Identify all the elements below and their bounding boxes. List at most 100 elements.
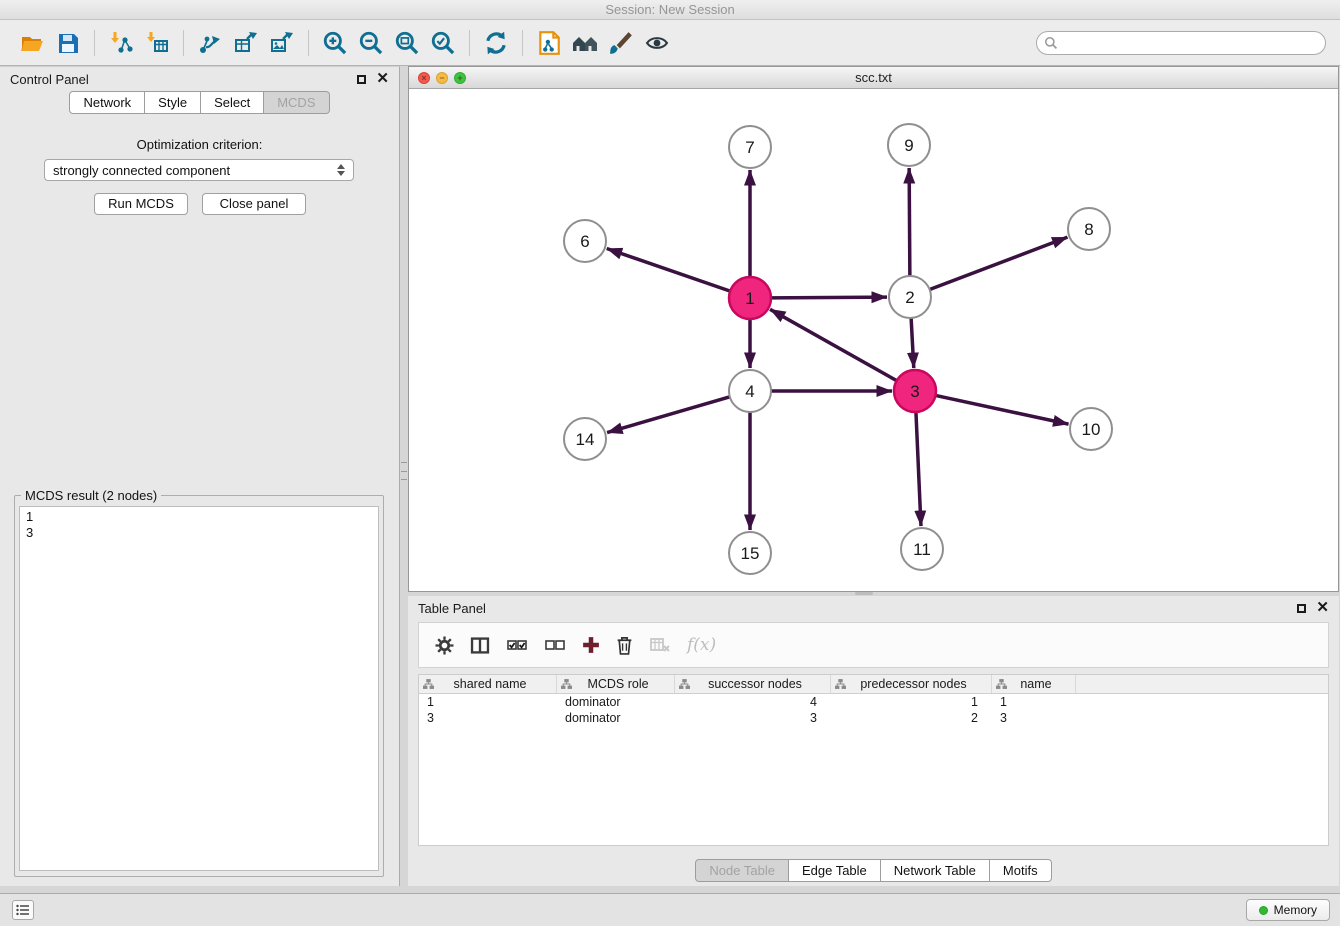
cell-predecessor-nodes[interactable]: 1 xyxy=(831,694,992,710)
apply-style-button[interactable] xyxy=(603,25,639,61)
node-table: shared name MCDS role successor nodes pr… xyxy=(418,674,1329,846)
tab-mcds[interactable]: MCDS xyxy=(264,91,329,114)
export-image-button[interactable] xyxy=(264,25,300,61)
table-row[interactable]: 3 dominator 3 2 3 xyxy=(419,710,1328,726)
graph-node-8[interactable]: 8 xyxy=(1068,208,1110,250)
memory-button[interactable]: Memory xyxy=(1246,899,1330,921)
column-header-shared-name[interactable]: shared name xyxy=(419,675,557,693)
clone-network-button[interactable] xyxy=(531,25,567,61)
column-header-successor-nodes[interactable]: successor nodes xyxy=(675,675,831,693)
select-all-columns-button[interactable] xyxy=(506,637,528,653)
delete-column-button[interactable] xyxy=(616,636,633,655)
cell-mcds-role[interactable]: dominator xyxy=(557,694,675,710)
horizontal-splitter-grip[interactable] xyxy=(855,592,873,595)
graph-edge-2-8[interactable] xyxy=(930,237,1068,289)
cell-successor-nodes[interactable]: 3 xyxy=(675,710,831,726)
tab-network[interactable]: Network xyxy=(69,91,145,114)
refresh-button[interactable] xyxy=(478,25,514,61)
graph-node-3[interactable]: 3 xyxy=(894,370,936,412)
checked-boxes-icon xyxy=(506,637,528,653)
criterion-dropdown-value: strongly connected component xyxy=(53,163,230,178)
search-input[interactable] xyxy=(1036,31,1326,55)
network-graph[interactable]: 7 9 6 8 1 2 4 3 14 10 15 11 xyxy=(409,89,1338,591)
mcds-result-list[interactable]: 1 3 xyxy=(19,506,379,871)
graph-edge-2-3[interactable] xyxy=(911,318,914,368)
tab-motifs[interactable]: Motifs xyxy=(990,859,1052,882)
deselect-all-columns-button[interactable] xyxy=(544,637,566,653)
cell-shared-name[interactable]: 3 xyxy=(419,710,557,726)
mcds-result-item[interactable]: 3 xyxy=(20,525,378,541)
tab-select[interactable]: Select xyxy=(201,91,264,114)
graph-edge-2-9[interactable] xyxy=(909,168,910,276)
graph-edge-3-11[interactable] xyxy=(916,412,921,526)
cell-successor-nodes[interactable]: 4 xyxy=(675,694,831,710)
toolbar-separator xyxy=(469,30,470,56)
table-panel: Table Panel ✕ xyxy=(408,596,1339,886)
control-panel-tabs: Network Style Select MCDS xyxy=(0,91,399,114)
cell-mcds-role[interactable]: dominator xyxy=(557,710,675,726)
column-header-predecessor-nodes[interactable]: predecessor nodes xyxy=(831,675,992,693)
close-mcds-panel-button[interactable]: Close panel xyxy=(202,193,306,215)
run-mcds-button[interactable]: Run MCDS xyxy=(94,193,188,215)
float-table-panel-button[interactable] xyxy=(1297,604,1306,613)
graph-node-14[interactable]: 14 xyxy=(564,418,606,460)
import-table-button[interactable] xyxy=(139,25,175,61)
vertical-splitter-grip[interactable] xyxy=(401,462,407,480)
window-close-button[interactable]: × xyxy=(418,72,430,84)
graph-edge-3-10[interactable] xyxy=(936,395,1069,424)
cell-predecessor-nodes[interactable]: 2 xyxy=(831,710,992,726)
show-columns-button[interactable] xyxy=(470,637,490,654)
export-table-button[interactable] xyxy=(228,25,264,61)
float-panel-button[interactable] xyxy=(357,75,366,84)
cell-shared-name[interactable]: 1 xyxy=(419,694,557,710)
export-network-button[interactable] xyxy=(192,25,228,61)
cell-name[interactable]: 1 xyxy=(992,694,1076,710)
table-row[interactable]: 1 dominator 4 1 1 xyxy=(419,694,1328,710)
table-header-row: shared name MCDS role successor nodes pr… xyxy=(419,675,1328,694)
column-tree-icon xyxy=(561,679,572,689)
graph-node-4[interactable]: 4 xyxy=(729,370,771,412)
criterion-dropdown[interactable]: strongly connected component xyxy=(44,159,354,181)
first-neighbors-button[interactable] xyxy=(567,25,603,61)
graph-node-6[interactable]: 6 xyxy=(564,220,606,262)
open-session-button[interactable] xyxy=(14,25,50,61)
close-table-panel-button[interactable]: ✕ xyxy=(1316,603,1329,613)
tab-network-table[interactable]: Network Table xyxy=(881,859,990,882)
zoom-selected-button[interactable] xyxy=(425,25,461,61)
import-network-button[interactable] xyxy=(103,25,139,61)
trash-icon xyxy=(616,636,633,655)
graph-edge-3-1[interactable] xyxy=(770,309,897,380)
column-header-name[interactable]: name xyxy=(992,675,1076,693)
mcds-result-item[interactable]: 1 xyxy=(20,509,378,525)
show-hide-button[interactable] xyxy=(639,25,675,61)
tab-node-table[interactable]: Node Table xyxy=(695,859,789,882)
zoom-fit-button[interactable] xyxy=(389,25,425,61)
graph-node-1[interactable]: 1 xyxy=(729,277,771,319)
zoom-out-button[interactable] xyxy=(353,25,389,61)
save-session-button[interactable] xyxy=(50,25,86,61)
graph-edge-4-14[interactable] xyxy=(607,397,730,433)
task-history-button[interactable] xyxy=(12,900,34,920)
graph-node-10[interactable]: 10 xyxy=(1070,408,1112,450)
graph-edge-1-2[interactable] xyxy=(771,297,887,298)
graph-edge-1-6[interactable] xyxy=(607,249,730,292)
import-table-icon xyxy=(144,31,170,55)
graph-node-2[interactable]: 2 xyxy=(889,276,931,318)
create-column-button[interactable] xyxy=(582,636,600,654)
toolbar-separator xyxy=(308,30,309,56)
graph-node-11[interactable]: 11 xyxy=(901,528,943,570)
tab-edge-table[interactable]: Edge Table xyxy=(789,859,881,882)
graph-node-9[interactable]: 9 xyxy=(888,124,930,166)
tab-style[interactable]: Style xyxy=(145,91,201,114)
window-minimize-button[interactable]: − xyxy=(436,72,448,84)
zoom-in-button[interactable] xyxy=(317,25,353,61)
graph-node-7[interactable]: 7 xyxy=(729,126,771,168)
search-container xyxy=(1036,31,1326,55)
window-zoom-button[interactable]: + xyxy=(454,72,466,84)
graph-node-15[interactable]: 15 xyxy=(729,532,771,574)
cell-name[interactable]: 3 xyxy=(992,710,1076,726)
close-panel-button[interactable]: ✕ xyxy=(376,74,389,84)
table-settings-button[interactable] xyxy=(435,636,454,655)
column-header-mcds-role[interactable]: MCDS role xyxy=(557,675,675,693)
column-tree-icon xyxy=(679,679,690,689)
